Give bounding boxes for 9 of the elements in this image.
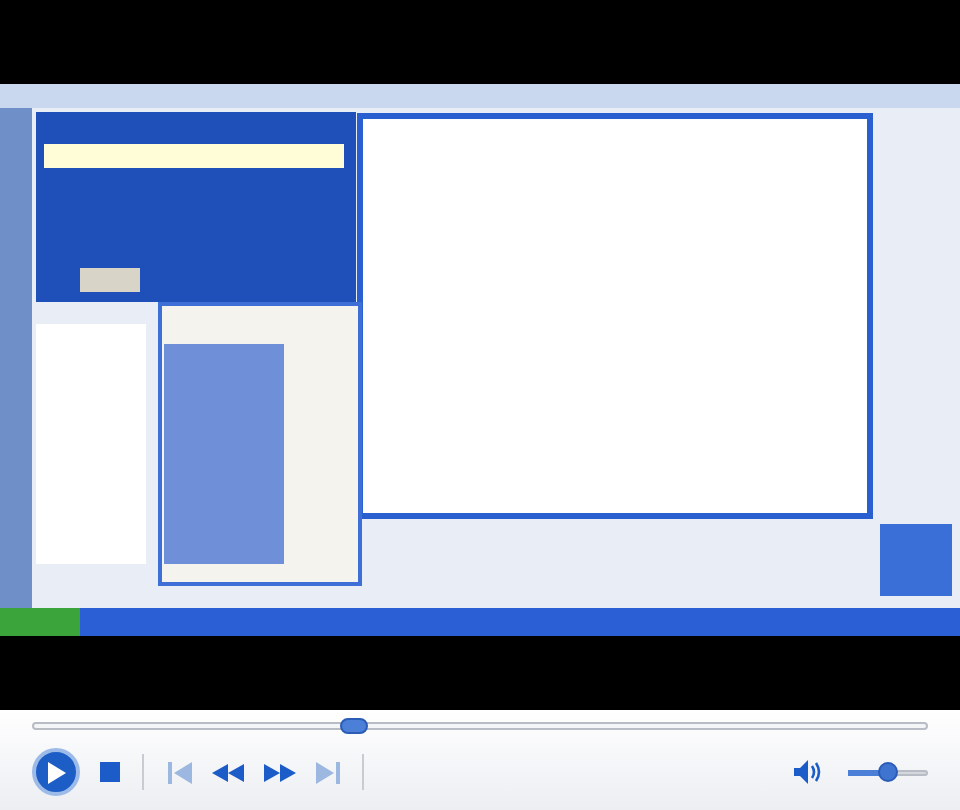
seek-thumb[interactable] — [340, 718, 369, 734]
fast-forward-button[interactable] — [264, 763, 296, 781]
volume-thumb[interactable] — [878, 762, 898, 782]
play-button[interactable] — [32, 748, 80, 796]
speaker-icon[interactable] — [794, 760, 824, 784]
seek-bar[interactable] — [32, 718, 928, 734]
rewind-button[interactable] — [212, 763, 244, 781]
play-icon — [47, 761, 65, 783]
volume-slider[interactable] — [848, 762, 928, 782]
